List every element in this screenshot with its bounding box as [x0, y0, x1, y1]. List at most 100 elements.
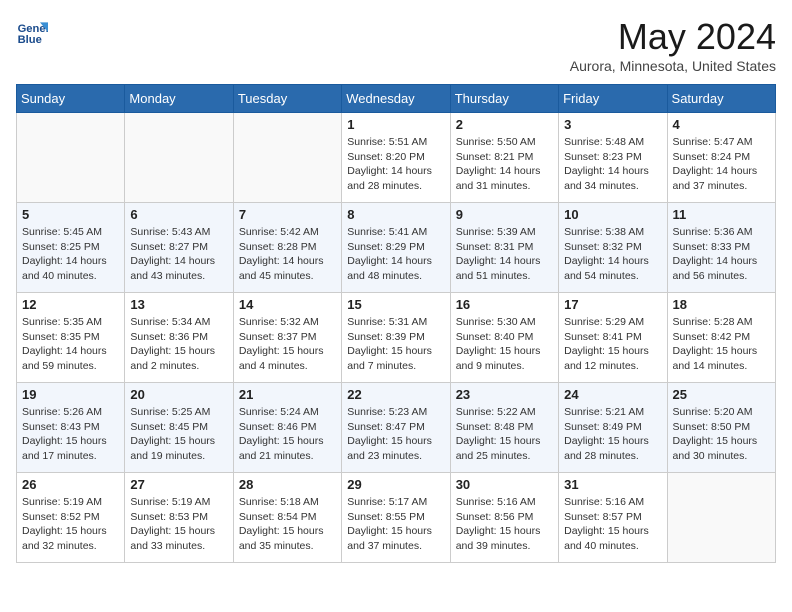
day-info: Sunrise: 5:16 AM Sunset: 8:57 PM Dayligh…: [564, 495, 661, 554]
logo-icon: General Blue: [16, 16, 48, 48]
table-row: 30Sunrise: 5:16 AM Sunset: 8:56 PM Dayli…: [450, 473, 558, 563]
day-number: 30: [456, 477, 553, 492]
day-number: 20: [130, 387, 227, 402]
table-row: 5 Sunrise: 5:45 AM Sunset: 8:25 PM Daylig…: [17, 203, 125, 293]
day-number: 14: [239, 297, 336, 312]
day-info: Sunrise: 5:18 AM Sunset: 8:54 PM Dayligh…: [239, 495, 336, 554]
table-row: 22 Sunrise: 5:23 AM Sunset: 8:47 PM Dayli…: [342, 383, 450, 473]
calendar-week-row: 5 Sunrise: 5:45 AM Sunset: 8:25 PM Daylig…: [17, 203, 776, 293]
day-info: Sunrise: 5:42 AM Sunset: 8:28 PM Dayligh…: [239, 225, 336, 284]
col-saturday: Saturday: [667, 85, 775, 113]
day-info: Sunrise: 5:43 AM Sunset: 8:27 PM Dayligh…: [130, 225, 227, 284]
table-row: 1 Sunrise: 5:51 AM Sunset: 8:20 PM Daylig…: [342, 113, 450, 203]
col-monday: Monday: [125, 85, 233, 113]
table-row: 6 Sunrise: 5:43 AM Sunset: 8:27 PM Daylig…: [125, 203, 233, 293]
day-info: Sunrise: 5:17 AM Sunset: 8:55 PM Dayligh…: [347, 495, 444, 554]
table-row: 26 Sunrise: 5:19 AM Sunset: 8:52 PM Dayli…: [17, 473, 125, 563]
day-info: Sunrise: 5:35 AM Sunset: 8:35 PM Dayligh…: [22, 315, 119, 374]
day-number: 22: [347, 387, 444, 402]
col-wednesday: Wednesday: [342, 85, 450, 113]
day-number: 9: [456, 207, 553, 222]
day-info: Sunrise: 5:36 AM Sunset: 8:33 PM Dayligh…: [673, 225, 770, 284]
day-number: 6: [130, 207, 227, 222]
table-row: 31 Sunrise: 5:16 AM Sunset: 8:57 PM Dayli…: [559, 473, 667, 563]
day-info: Sunrise: 5:39 AM Sunset: 8:31 PM Dayligh…: [456, 225, 553, 284]
col-sunday: Sunday: [17, 85, 125, 113]
day-number: 4: [673, 117, 770, 132]
table-row: 21 Sunrise: 5:24 AM Sunset: 8:46 PM Dayli…: [233, 383, 341, 473]
day-info: Sunrise: 5:31 AM Sunset: 8:39 PM Dayligh…: [347, 315, 444, 374]
day-info: Sunrise: 5:32 AM Sunset: 8:37 PM Dayligh…: [239, 315, 336, 374]
day-number: 12: [22, 297, 119, 312]
day-info: Sunrise: 5:28 AM Sunset: 8:42 PM Dayligh…: [673, 315, 770, 374]
day-info: Sunrise: 5:41 AM Sunset: 8:29 PM Dayligh…: [347, 225, 444, 284]
day-number: 31: [564, 477, 661, 492]
table-row: 8 Sunrise: 5:41 AM Sunset: 8:29 PM Daylig…: [342, 203, 450, 293]
day-number: 3: [564, 117, 661, 132]
day-number: 18: [673, 297, 770, 312]
table-row: 7 Sunrise: 5:42 AM Sunset: 8:28 PM Daylig…: [233, 203, 341, 293]
day-info: Sunrise: 5:45 AM Sunset: 8:25 PM Dayligh…: [22, 225, 119, 284]
col-tuesday: Tuesday: [233, 85, 341, 113]
page-header: General Blue May 2024 Aurora, Minnesota,…: [16, 16, 776, 74]
month-title: May 2024: [570, 16, 776, 58]
table-row: [125, 113, 233, 203]
day-info: Sunrise: 5:30 AM Sunset: 8:40 PM Dayligh…: [456, 315, 553, 374]
table-row: 10Sunrise: 5:38 AM Sunset: 8:32 PM Dayli…: [559, 203, 667, 293]
table-row: 17 Sunrise: 5:29 AM Sunset: 8:41 PM Dayli…: [559, 293, 667, 383]
day-number: 25: [673, 387, 770, 402]
calendar-week-row: 26 Sunrise: 5:19 AM Sunset: 8:52 PM Dayli…: [17, 473, 776, 563]
day-info: Sunrise: 5:21 AM Sunset: 8:49 PM Dayligh…: [564, 405, 661, 464]
table-row: 2 Sunrise: 5:50 AM Sunset: 8:21 PM Daylig…: [450, 113, 558, 203]
title-block: May 2024 Aurora, Minnesota, United State…: [570, 16, 776, 74]
day-info: Sunrise: 5:38 AM Sunset: 8:32 PM Dayligh…: [564, 225, 661, 284]
table-row: 29 Sunrise: 5:17 AM Sunset: 8:55 PM Dayli…: [342, 473, 450, 563]
table-row: 23 Sunrise: 5:22 AM Sunset: 8:48 PM Dayli…: [450, 383, 558, 473]
day-info: Sunrise: 5:23 AM Sunset: 8:47 PM Dayligh…: [347, 405, 444, 464]
table-row: 28 Sunrise: 5:18 AM Sunset: 8:54 PM Dayli…: [233, 473, 341, 563]
day-number: 21: [239, 387, 336, 402]
day-number: 17: [564, 297, 661, 312]
day-info: Sunrise: 5:19 AM Sunset: 8:52 PM Dayligh…: [22, 495, 119, 554]
day-number: 19: [22, 387, 119, 402]
day-number: 24: [564, 387, 661, 402]
day-number: 16: [456, 297, 553, 312]
day-number: 8: [347, 207, 444, 222]
day-number: 1: [347, 117, 444, 132]
calendar-week-row: 1 Sunrise: 5:51 AM Sunset: 8:20 PM Daylig…: [17, 113, 776, 203]
table-row: 24 Sunrise: 5:21 AM Sunset: 8:49 PM Dayli…: [559, 383, 667, 473]
calendar-week-row: 12 Sunrise: 5:35 AM Sunset: 8:35 PM Dayli…: [17, 293, 776, 383]
weekday-header-row: Sunday Monday Tuesday Wednesday Thursday…: [17, 85, 776, 113]
table-row: [17, 113, 125, 203]
day-info: Sunrise: 5:26 AM Sunset: 8:43 PM Dayligh…: [22, 405, 119, 464]
table-row: 27Sunrise: 5:19 AM Sunset: 8:53 PM Dayli…: [125, 473, 233, 563]
day-info: Sunrise: 5:22 AM Sunset: 8:48 PM Dayligh…: [456, 405, 553, 464]
table-row: 14 Sunrise: 5:32 AM Sunset: 8:37 PM Dayli…: [233, 293, 341, 383]
day-number: 29: [347, 477, 444, 492]
day-info: Sunrise: 5:48 AM Sunset: 8:23 PM Dayligh…: [564, 135, 661, 194]
day-info: Sunrise: 5:47 AM Sunset: 8:24 PM Dayligh…: [673, 135, 770, 194]
day-number: 7: [239, 207, 336, 222]
calendar-table: Sunday Monday Tuesday Wednesday Thursday…: [16, 84, 776, 563]
table-row: 9 Sunrise: 5:39 AM Sunset: 8:31 PM Daylig…: [450, 203, 558, 293]
day-info: Sunrise: 5:25 AM Sunset: 8:45 PM Dayligh…: [130, 405, 227, 464]
day-info: Sunrise: 5:29 AM Sunset: 8:41 PM Dayligh…: [564, 315, 661, 374]
location: Aurora, Minnesota, United States: [570, 58, 776, 74]
calendar-week-row: 19 Sunrise: 5:26 AM Sunset: 8:43 PM Dayli…: [17, 383, 776, 473]
svg-text:Blue: Blue: [18, 34, 42, 46]
day-number: 5: [22, 207, 119, 222]
day-number: 23: [456, 387, 553, 402]
day-number: 26: [22, 477, 119, 492]
day-info: Sunrise: 5:19 AM Sunset: 8:53 PM Dayligh…: [130, 495, 227, 554]
day-number: 28: [239, 477, 336, 492]
table-row: 25 Sunrise: 5:20 AM Sunset: 8:50 PM Dayli…: [667, 383, 775, 473]
day-info: Sunrise: 5:24 AM Sunset: 8:46 PM Dayligh…: [239, 405, 336, 464]
day-info: Sunrise: 5:20 AM Sunset: 8:50 PM Dayligh…: [673, 405, 770, 464]
col-thursday: Thursday: [450, 85, 558, 113]
day-info: Sunrise: 5:51 AM Sunset: 8:20 PM Dayligh…: [347, 135, 444, 194]
logo: General Blue: [16, 16, 48, 48]
table-row: 16 Sunrise: 5:30 AM Sunset: 8:40 PM Dayli…: [450, 293, 558, 383]
day-number: 2: [456, 117, 553, 132]
day-info: Sunrise: 5:50 AM Sunset: 8:21 PM Dayligh…: [456, 135, 553, 194]
day-number: 13: [130, 297, 227, 312]
